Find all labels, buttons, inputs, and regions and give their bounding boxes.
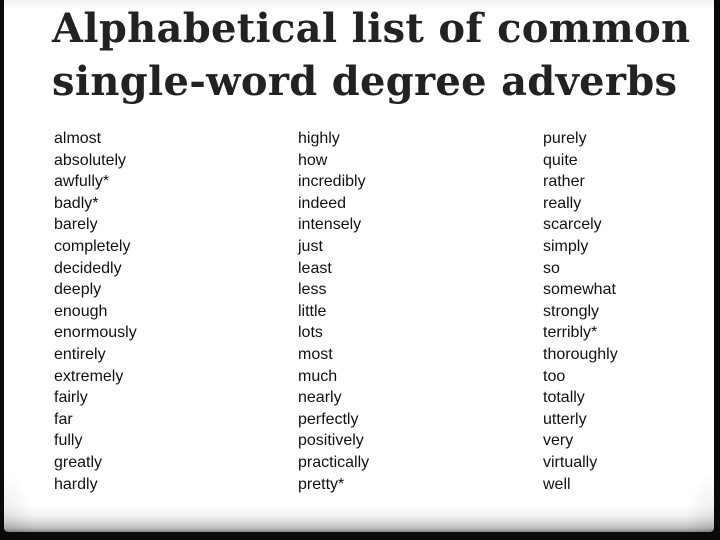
adverb-item: much	[298, 367, 338, 385]
adverb-item: deeply	[54, 281, 102, 299]
adverb-item: thoroughly	[543, 345, 618, 363]
adverb-item: just	[298, 237, 323, 255]
adverb-item: fully	[54, 432, 83, 450]
adverb-item: terribly*	[543, 324, 598, 342]
adverb-item: purely	[543, 130, 587, 147]
adverb-item: too	[543, 367, 566, 385]
slide: Alphabetical list of common single-word …	[4, 0, 714, 532]
slide-frame: Alphabetical list of common single-word …	[0, 0, 720, 540]
adverb-item: entirely	[54, 345, 106, 363]
adverb-item: almost	[54, 130, 102, 147]
adverb-item: really	[543, 194, 582, 212]
adverb-item: positively	[298, 432, 364, 450]
adverb-item: somewhat	[543, 281, 616, 299]
adverb-item: greatly	[54, 453, 103, 471]
adverb-item: utterly	[543, 410, 587, 428]
slide-title: Alphabetical list of common single-word …	[52, 2, 690, 108]
adverb-item: decidedly	[54, 259, 122, 277]
title-line-2: single-word degree adverbs	[52, 58, 678, 105]
adverb-item: absolutely	[54, 151, 127, 169]
adverb-item: so	[543, 259, 560, 277]
adverb-column-3: purely quite rather really scarcely simply so s…	[543, 128, 618, 495]
adverb-item: enough	[54, 302, 108, 320]
adverb-item: completely	[54, 237, 131, 255]
adverb-item: awfully*	[54, 173, 110, 191]
adverb-item: very	[543, 432, 574, 450]
adverb-item: enormously	[54, 324, 137, 342]
adverb-column-1: almost absolutely awfully* badly* barely comp…	[54, 128, 137, 495]
adverb-item: pretty*	[298, 475, 345, 493]
adverb-item: intensely	[298, 216, 362, 234]
adverb-item: how	[298, 151, 328, 169]
adverb-item: strongly	[543, 302, 600, 320]
adverb-item: well	[543, 475, 571, 493]
adverb-item: fairly	[54, 389, 88, 407]
adverb-item: indeed	[298, 194, 347, 212]
adverb-item: scarcely	[543, 216, 602, 234]
adverb-item: totally	[543, 389, 585, 407]
adverb-item: least	[298, 259, 332, 277]
adverb-item: highly	[298, 130, 340, 147]
adverb-item: quite	[543, 151, 578, 169]
adverb-item: perfectly	[298, 410, 359, 428]
adverb-item: barely	[54, 216, 98, 234]
adverb-item: simply	[543, 237, 589, 255]
title-line-1: Alphabetical list of common	[52, 5, 691, 52]
adverb-item: badly*	[54, 194, 99, 212]
adverb-item: nearly	[298, 389, 342, 407]
adverb-item: far	[54, 410, 73, 428]
adverb-item: practically	[298, 453, 370, 471]
adverb-item: less	[298, 281, 327, 299]
adverb-item: lots	[298, 324, 323, 342]
adverb-item: incredibly	[298, 173, 366, 191]
adverb-item: rather	[543, 173, 585, 191]
adverb-item: hardly	[54, 475, 98, 493]
adverb-item: extremely	[54, 367, 124, 385]
adverb-item: most	[298, 345, 333, 363]
adverb-item: little	[298, 302, 327, 320]
adverb-column-2: highly how incredibly indeed intensely just le…	[298, 128, 369, 495]
adverb-item: virtually	[543, 453, 598, 471]
